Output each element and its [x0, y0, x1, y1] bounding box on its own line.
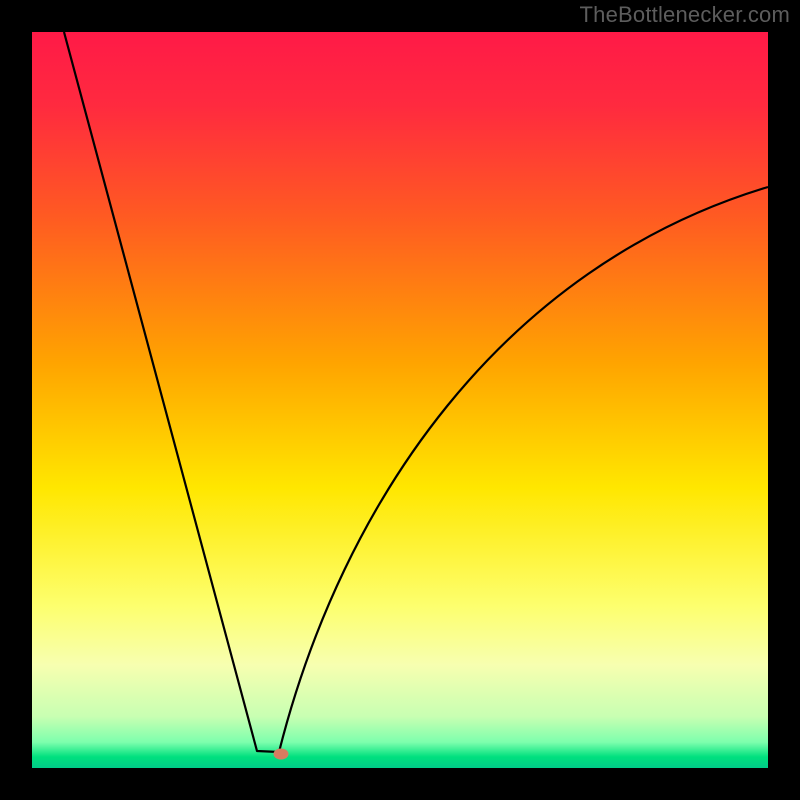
- bottleneck-chart: [32, 32, 768, 768]
- optimum-marker: [274, 749, 288, 759]
- watermark-text: TheBottlenecker.com: [580, 2, 790, 28]
- gradient-background: [32, 32, 768, 768]
- chart-frame: TheBottlenecker.com: [0, 0, 800, 800]
